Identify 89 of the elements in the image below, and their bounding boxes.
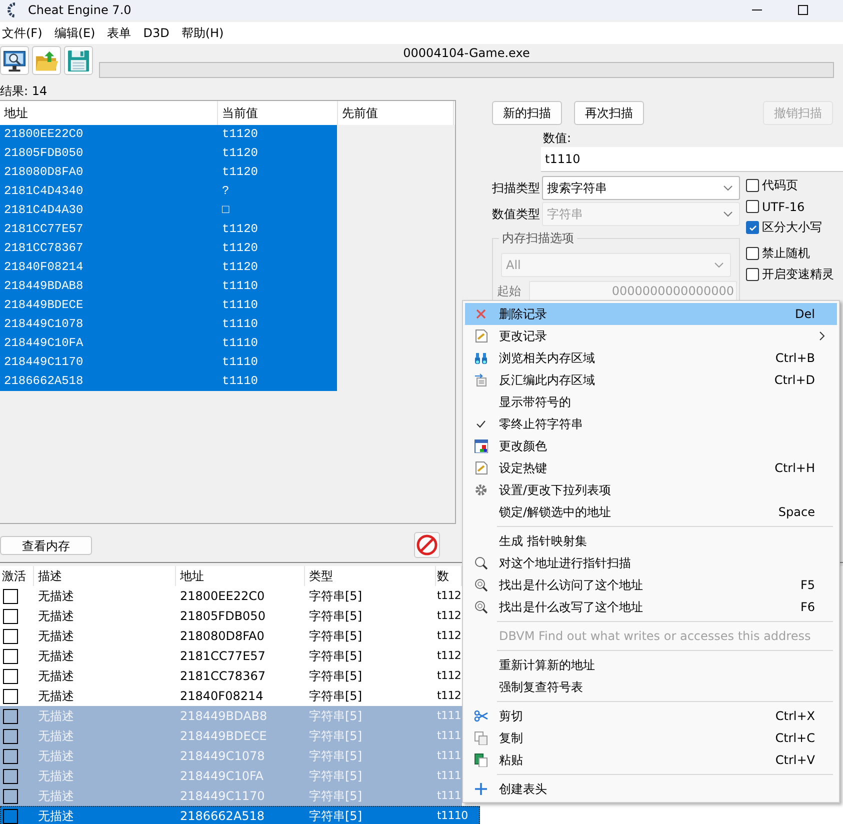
value-cell-text: t111 — [436, 788, 462, 804]
field-label: 起始 — [497, 282, 521, 300]
value-cell-text: t1120 — [221, 126, 258, 143]
checkbox-label: UTF-16 — [762, 200, 805, 214]
description-cell-text: 无描述 — [37, 668, 75, 685]
value-cell-text: t112 — [436, 588, 462, 604]
type-cell-text: 字符串[5] — [308, 608, 363, 625]
value-cell-text: t1110 — [221, 354, 258, 371]
description-cell-text: 无描述 — [37, 788, 75, 805]
value-cell-text: t1120 — [221, 240, 258, 257]
checkbox-label: 代码页 — [762, 177, 798, 194]
address-cell-text: 218449C1078 — [3, 316, 84, 333]
value-cell-text: □ — [221, 202, 230, 219]
address-cell-text: 218449C10FA — [179, 768, 264, 785]
address-cell-text: 218449BDAB8 — [3, 278, 84, 295]
address-cell-text: 218449C1078 — [179, 748, 266, 765]
value-cell-text: t1120 — [221, 221, 258, 238]
value-cell-text: t1110 — [221, 278, 258, 295]
address-cell-text: 2181CC77E57 — [3, 221, 84, 238]
value-cell-text: t112 — [436, 648, 462, 664]
type-cell-text: 字符串[5] — [308, 768, 363, 785]
description-cell-text: 无描述 — [37, 608, 75, 625]
value-cell-text: t112 — [436, 668, 462, 684]
address-cell-text: 2181CC78367 — [3, 240, 84, 257]
address-cell-text: 218449BDECE — [3, 297, 84, 314]
value-cell-text: t1110 — [221, 373, 258, 390]
address-cell-text: 2181CC77E57 — [179, 648, 266, 665]
description-cell-text: 无描述 — [37, 588, 75, 605]
description-cell-text: 无描述 — [37, 708, 75, 725]
address-cell-text: 21800EE22C0 — [3, 126, 84, 143]
checkbox-label: 禁止随机 — [762, 245, 810, 262]
address-cell-text: 21800EE22C0 — [179, 588, 266, 605]
window-title: Cheat Engine 7.0 — [28, 3, 132, 17]
value-cell-text: t1110 — [221, 335, 258, 352]
value-cell-text: t111 — [436, 748, 462, 764]
value-cell-text: t1110 — [221, 316, 258, 333]
description-cell-text: 无描述 — [37, 628, 75, 645]
address-cell-text: 218080D8FA0 — [179, 628, 266, 645]
address-cell-text: 21840F08214 — [3, 259, 84, 276]
type-cell-text: 字符串[5] — [308, 648, 363, 665]
address-cell-text: 2181C4D4340 — [3, 183, 84, 200]
checkbox-label: 区分大小写 — [762, 219, 822, 236]
type-cell-text: 字符串[5] — [308, 728, 363, 745]
field-label: 扫描类型 — [492, 180, 541, 196]
address-cell-text: 21805FDB050 — [3, 145, 84, 162]
description-cell-text: 无描述 — [37, 768, 75, 785]
address-cell-text: 21840F08214 — [179, 688, 264, 705]
address-cell-text: 218449BDECE — [179, 728, 268, 745]
address-cell-text: 2181C4D4A30 — [3, 202, 84, 219]
description-cell-text: 无描述 — [37, 688, 75, 705]
type-cell-text: 字符串[5] — [308, 788, 363, 805]
address-cell-text: 218449C1170 — [3, 354, 84, 371]
group-title: 内存扫描选项 — [499, 230, 577, 247]
address-cell-text: 2181CC78367 — [179, 668, 266, 685]
value-cell-text: ? — [221, 183, 230, 200]
value-cell-text: t112 — [436, 608, 462, 624]
type-cell-text: 字符串[5] — [308, 628, 363, 645]
description-cell-text: 无描述 — [37, 808, 75, 824]
type-cell-text: 字符串[5] — [308, 708, 363, 725]
value-cell-text: t111 — [436, 728, 462, 744]
type-cell-text: 字符串[5] — [308, 808, 363, 824]
process-name: 00004104-Game.exe — [403, 46, 530, 62]
type-cell-text: 字符串[5] — [308, 588, 363, 605]
type-cell-text: 字符串[5] — [308, 668, 363, 685]
value-cell-text: t1120 — [221, 145, 258, 162]
type-cell-text: 字符串[5] — [308, 748, 363, 765]
checkbox-label: 开启变速精灵 — [762, 266, 834, 283]
value-cell-text: t111 — [436, 768, 462, 784]
results-count: 结果: 14 — [0, 83, 48, 100]
description-cell-text: 无描述 — [37, 728, 75, 745]
value-cell-text: t1120 — [221, 259, 258, 276]
value-cell-text: t111 — [436, 708, 462, 724]
address-cell-text: 2186662A518 — [3, 373, 84, 390]
address-cell-text: 218449C1170 — [179, 788, 266, 805]
value-cell-text: t1110 — [436, 808, 468, 824]
address-cell-text: 21805FDB050 — [179, 608, 266, 625]
type-cell-text: 字符串[5] — [308, 688, 363, 705]
value-cell-text: t1120 — [221, 164, 258, 181]
address-cell-text: 2186662A518 — [179, 808, 266, 824]
address-cell-text: 218449C10FA — [3, 335, 84, 352]
address-cell-text: 218449BDAB8 — [179, 708, 268, 725]
value-cell-text: t112 — [436, 628, 462, 644]
description-cell-text: 无描述 — [37, 648, 75, 665]
value-cell-text: t112 — [436, 688, 462, 704]
value-label: 数值: — [543, 130, 572, 147]
value-cell-text: t1110 — [221, 297, 258, 314]
field-label: 数值类型 — [492, 206, 541, 222]
description-cell-text: 无描述 — [37, 748, 75, 765]
address-cell-text: 218080D8FA0 — [3, 164, 84, 181]
